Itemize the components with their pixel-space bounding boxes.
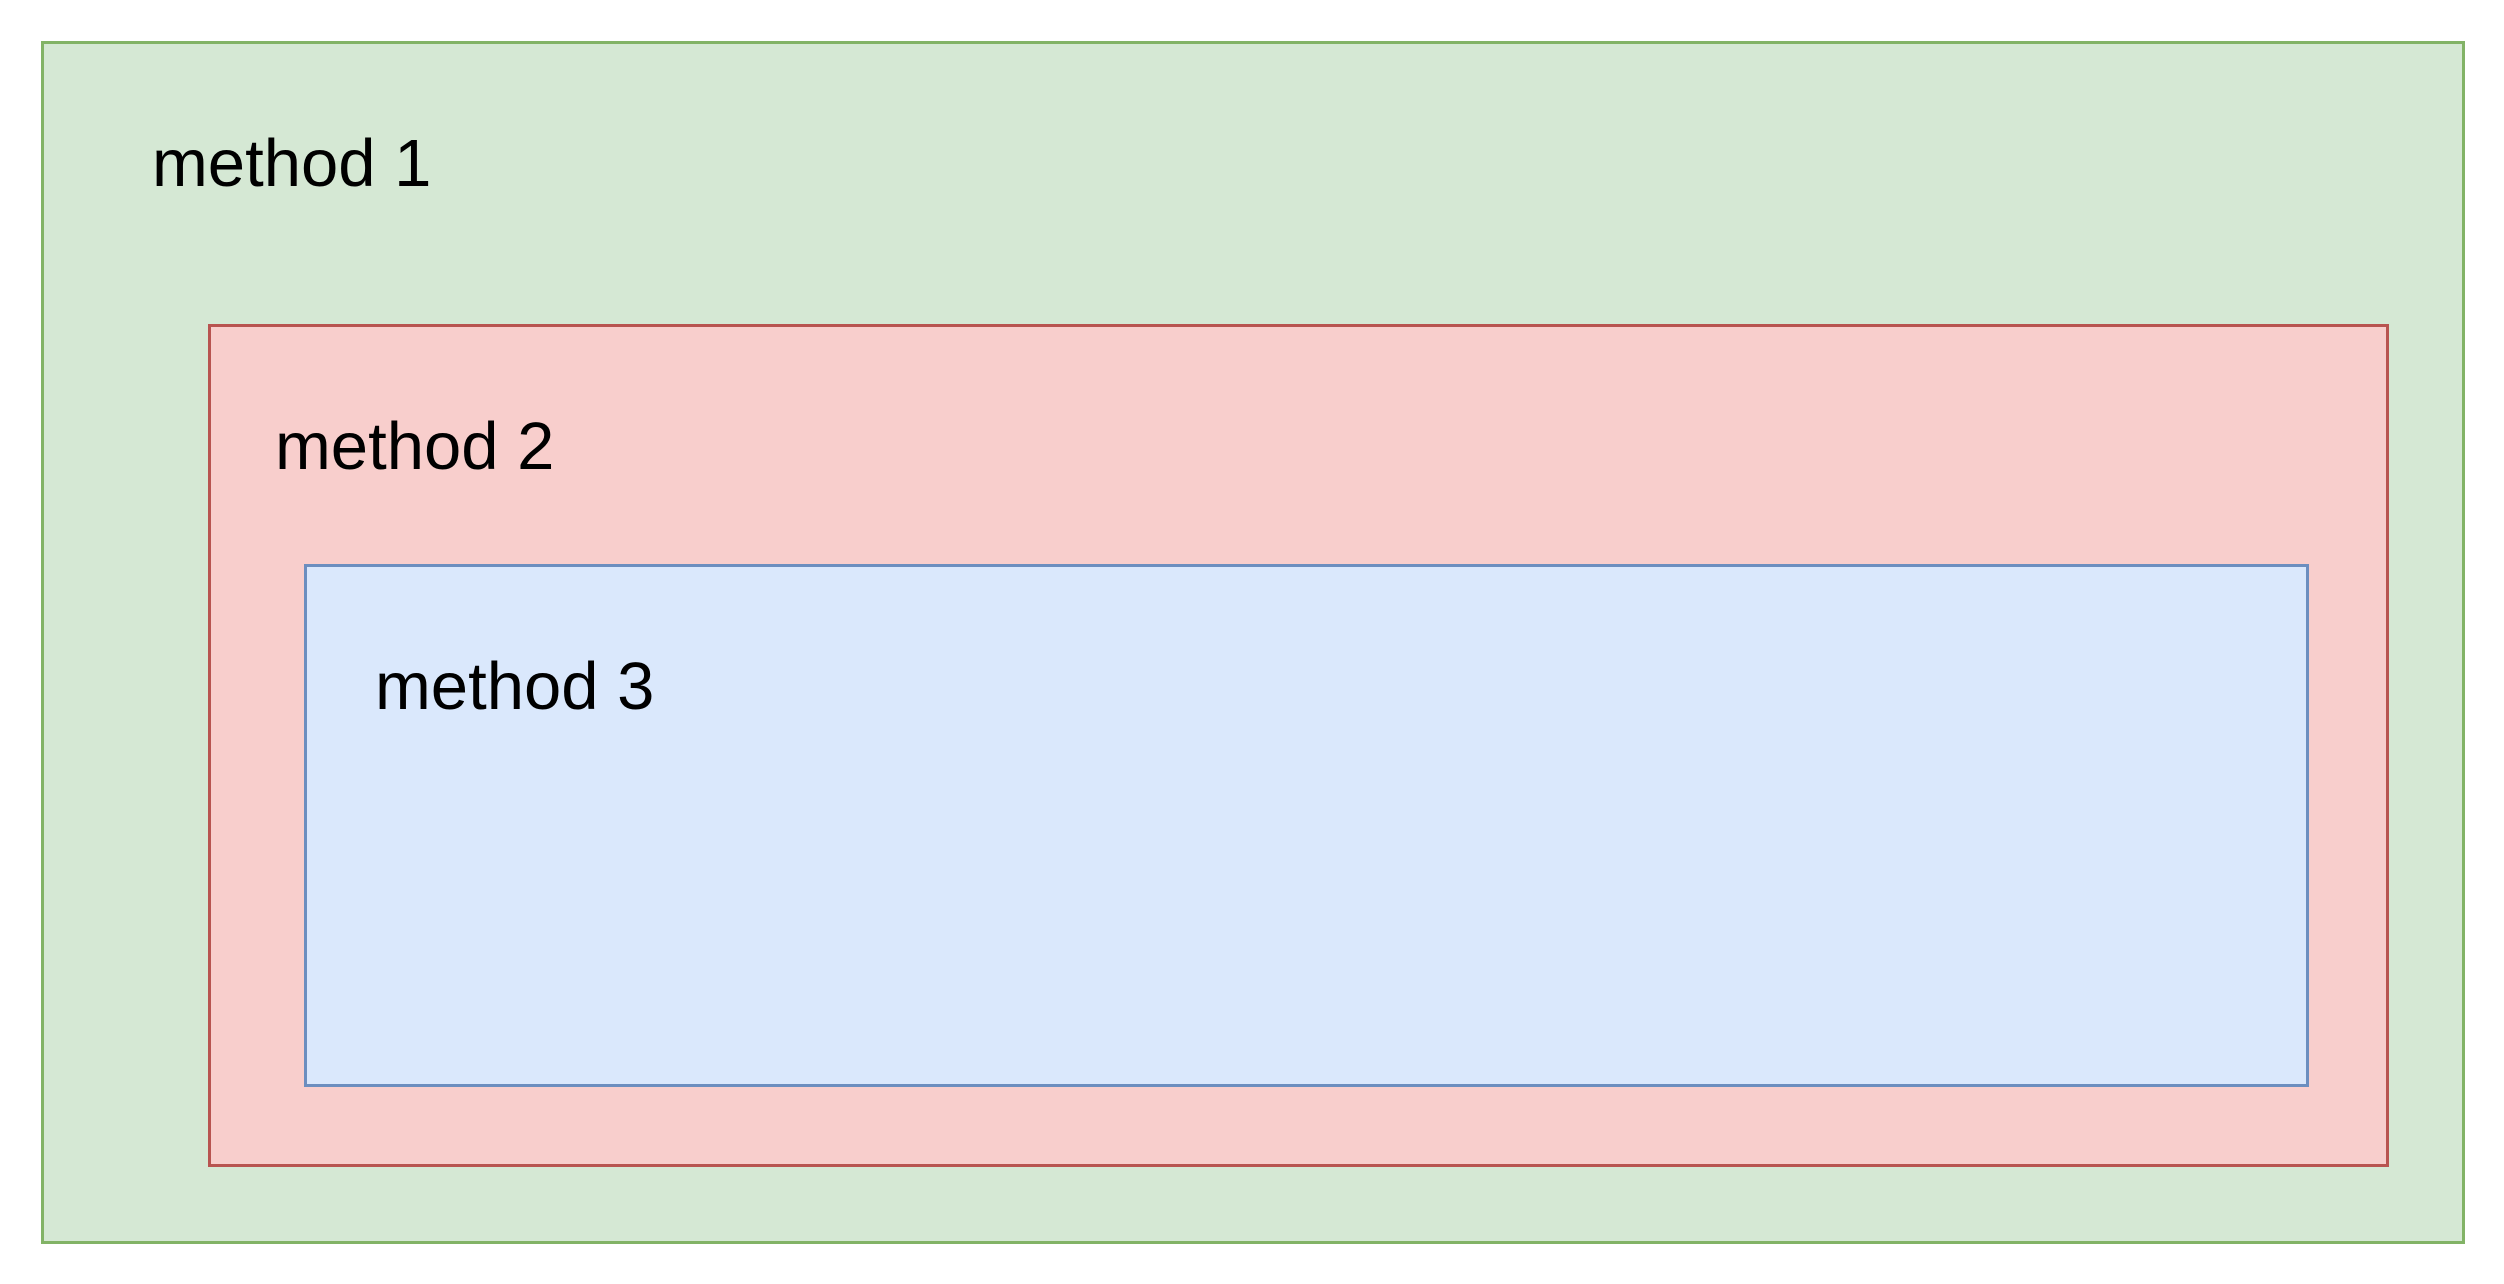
method-2-container: method 2 method 3 — [208, 324, 2389, 1167]
method-1-label: method 1 — [152, 126, 432, 201]
method-2-label: method 2 — [275, 409, 555, 484]
method-3-label: method 3 — [375, 649, 655, 724]
method-1-container: method 1 method 2 method 3 — [41, 41, 2465, 1244]
method-3-container: method 3 — [304, 564, 2309, 1087]
